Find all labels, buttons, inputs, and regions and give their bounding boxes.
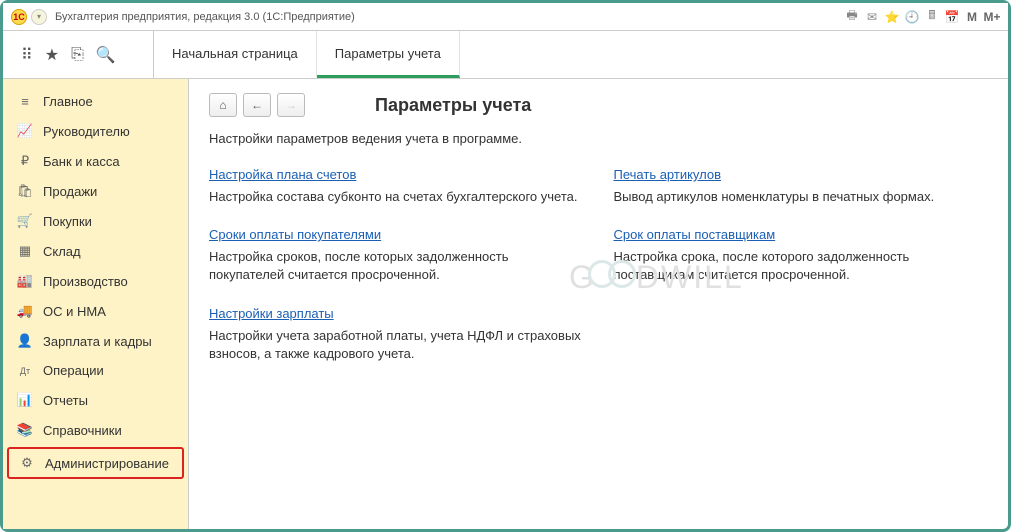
grid-icon: ▦ (17, 243, 33, 259)
setting-supplier-payment: Срок оплаты поставщикам Настройка срока,… (614, 226, 989, 284)
apps-icon[interactable]: ⠿ (21, 45, 33, 65)
sidebar-item-label: Справочники (43, 423, 122, 438)
calendar-icon[interactable]: 📅 (944, 9, 960, 25)
sidebar-item-label: Склад (43, 244, 81, 259)
sidebar-item-assets[interactable]: 🚚 ОС и НМА (3, 296, 188, 326)
setting-desc: Настройка срока, после которого задолжен… (614, 248, 989, 284)
sidebar-item-manager[interactable]: 📈 Руководителю (3, 116, 188, 146)
sidebar-item-bank[interactable]: ₽ Банк и касса (3, 146, 188, 176)
sidebar-item-admin[interactable]: ⚙ Администрирование (7, 447, 184, 479)
home-button[interactable]: ⌂ (209, 93, 237, 117)
sidebar-item-main[interactable]: ≡ Главное (3, 87, 188, 116)
topbar-left: ⠿ ★ ⎘ 🔍 (3, 31, 153, 78)
search-icon[interactable]: 🔍 (96, 45, 116, 65)
mplus-button[interactable]: M+ (984, 9, 1000, 25)
sidebar-item-label: ОС и НМА (43, 304, 106, 319)
content: ⌂ ← → Параметры учета Настройки параметр… (189, 79, 1008, 529)
books-icon: 📚 (17, 422, 33, 438)
setting-link[interactable]: Печать артикулов (614, 167, 722, 182)
setting-print-articles: Печать артикулов Вывод артикулов номенкл… (614, 166, 989, 206)
nav-buttons: ⌂ ← → (209, 93, 305, 117)
star-icon[interactable]: ★ (45, 45, 59, 65)
titlebar: 1С ▾ Бухгалтерия предприятия, редакция 3… (3, 3, 1008, 31)
sidebar-item-label: Продажи (43, 184, 97, 199)
clipboard-icon[interactable]: ⎘ (71, 46, 84, 64)
titlebar-icons: 🖶 ✉ ⭐ 🕘 🖩 📅 M M+ (844, 9, 1000, 25)
history-icon[interactable]: 🕘 (904, 9, 920, 25)
sidebar: ≡ Главное 📈 Руководителю ₽ Банк и касса 🛍 Пр… (3, 79, 189, 529)
sidebar-item-warehouse[interactable]: ▦ Склад (3, 236, 188, 266)
factory-icon: 🏭 (17, 273, 33, 289)
content-header: ⌂ ← → Параметры учета (209, 93, 988, 117)
window-title: Бухгалтерия предприятия, редакция 3.0 (1… (55, 11, 355, 23)
sidebar-item-label: Зарплата и кадры (43, 334, 152, 349)
bag-icon: 🛍 (17, 183, 33, 199)
setting-desc: Вывод артикулов номенклатуры в печатных … (614, 188, 989, 206)
sidebar-item-label: Администрирование (45, 456, 169, 471)
page-title: Параметры учета (375, 95, 531, 116)
m-button[interactable]: M (964, 9, 980, 25)
barchart-icon: 📊 (17, 392, 33, 408)
tab-start-page[interactable]: Начальная страница (154, 31, 317, 78)
setting-link[interactable]: Сроки оплаты покупателями (209, 227, 381, 242)
sidebar-item-label: Производство (43, 274, 128, 289)
setting-customer-payment: Сроки оплаты покупателями Настройка срок… (209, 226, 584, 284)
sidebar-item-label: Главное (43, 94, 93, 109)
sidebar-item-label: Банк и касса (43, 154, 120, 169)
sidebar-item-sales[interactable]: 🛍 Продажи (3, 176, 188, 206)
menu-icon: ≡ (17, 94, 33, 109)
sidebar-item-label: Руководителю (43, 124, 130, 139)
setting-link[interactable]: Срок оплаты поставщикам (614, 227, 776, 242)
page-subtitle: Настройки параметров ведения учета в про… (209, 131, 988, 146)
calculator-icon[interactable]: 🖩 (924, 9, 940, 25)
tabs: Начальная страница Параметры учета (153, 31, 460, 78)
setting-link[interactable]: Настройки зарплаты (209, 306, 334, 321)
truck-icon: 🚚 (17, 303, 33, 319)
ruble-icon: ₽ (17, 153, 33, 169)
sidebar-item-operations[interactable]: Дт Операции (3, 356, 188, 385)
topbar: ⠿ ★ ⎘ 🔍 Начальная страница Параметры уче… (3, 31, 1008, 79)
dtkt-icon: Дт (17, 366, 33, 376)
person-icon: 👤 (17, 333, 33, 349)
settings-grid: Настройка плана счетов Настройка состава… (209, 166, 988, 363)
sidebar-item-reports[interactable]: 📊 Отчеты (3, 385, 188, 415)
setting-desc: Настройки учета заработной платы, учета … (209, 327, 584, 363)
app-logo-icon: 1С (11, 9, 27, 25)
tab-accounting-params[interactable]: Параметры учета (317, 31, 460, 78)
sidebar-item-references[interactable]: 📚 Справочники (3, 415, 188, 445)
chart-icon: 📈 (17, 123, 33, 139)
sidebar-item-salary[interactable]: 👤 Зарплата и кадры (3, 326, 188, 356)
cart-icon: 🛒 (17, 213, 33, 229)
mail-icon[interactable]: ✉ (864, 9, 880, 25)
back-button[interactable]: ← (243, 93, 271, 117)
sidebar-item-purchases[interactable]: 🛒 Покупки (3, 206, 188, 236)
main: ≡ Главное 📈 Руководителю ₽ Банк и касса 🛍 Пр… (3, 79, 1008, 529)
sidebar-item-production[interactable]: 🏭 Производство (3, 266, 188, 296)
setting-link[interactable]: Настройка плана счетов (209, 167, 356, 182)
dropdown-icon[interactable]: ▾ (31, 9, 47, 25)
sidebar-item-label: Отчеты (43, 393, 88, 408)
setting-salary: Настройки зарплаты Настройки учета зараб… (209, 305, 584, 363)
setting-desc: Настройка сроков, после которых задолжен… (209, 248, 584, 284)
setting-desc: Настройка состава субконто на счетах бух… (209, 188, 584, 206)
favorite-icon[interactable]: ⭐ (884, 9, 900, 25)
gear-icon: ⚙ (19, 455, 35, 471)
print-icon[interactable]: 🖶 (844, 9, 860, 25)
sidebar-item-label: Операции (43, 363, 104, 378)
sidebar-item-label: Покупки (43, 214, 92, 229)
setting-chart-of-accounts: Настройка плана счетов Настройка состава… (209, 166, 584, 206)
forward-button[interactable]: → (277, 93, 305, 117)
